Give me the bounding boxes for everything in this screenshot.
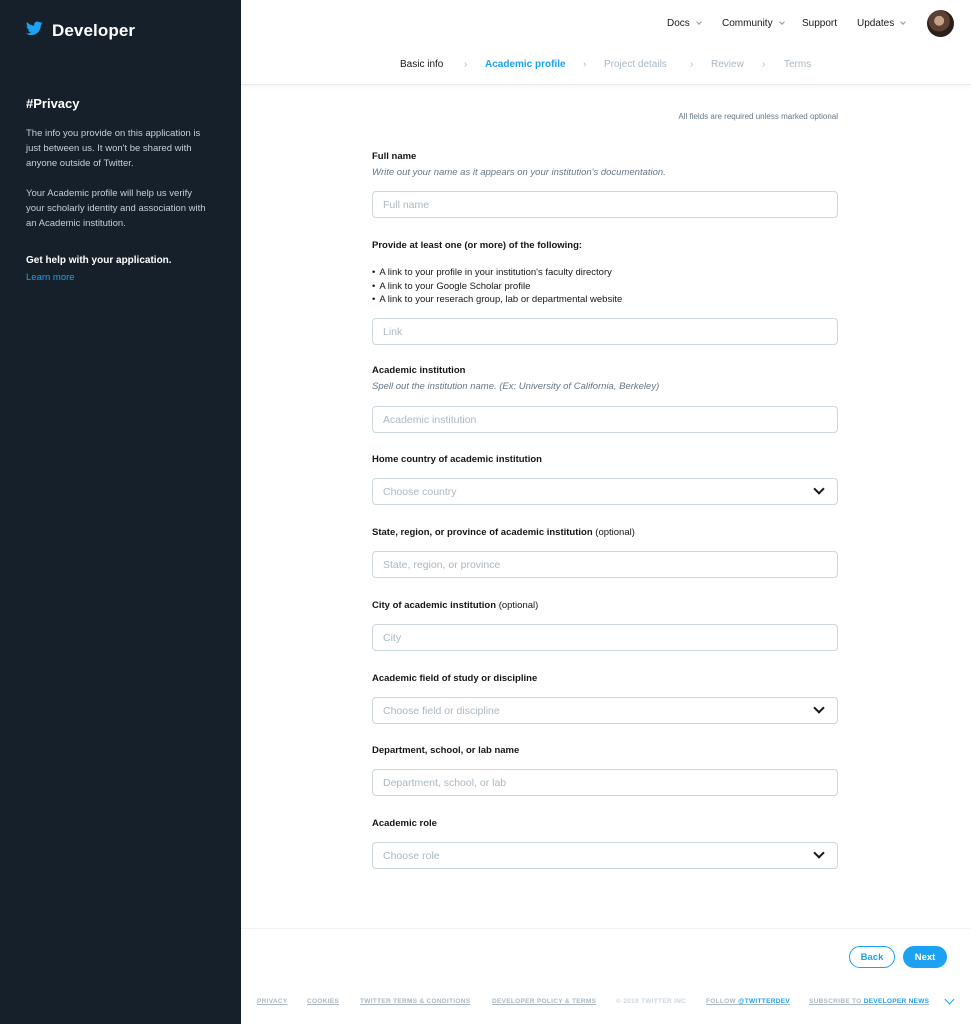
full-name-label: Full name (372, 151, 417, 162)
chevron-down-icon (813, 702, 825, 714)
nav-support[interactable]: Support (802, 18, 837, 29)
full-name-hint: Write out your name as it appears on you… (372, 167, 666, 178)
list-item: A link to your reserach group, lab or de… (372, 293, 622, 307)
links-requirements-list: A link to your profile in your instituti… (372, 266, 622, 307)
department-label: Department, school, or lab name (372, 745, 520, 756)
chevron-down-icon (813, 483, 825, 495)
footer-privacy-link[interactable]: PRIVACY (257, 998, 288, 1005)
privacy-text: The info you provide on this application… (26, 128, 201, 169)
country-placeholder: Choose country (383, 485, 457, 498)
footer-follow-link[interactable]: FOLLOW @TWITTERDEV (706, 998, 790, 1005)
department-input[interactable] (372, 769, 838, 796)
step-basic-info[interactable]: Basic info (400, 59, 443, 70)
institution-input[interactable] (372, 406, 838, 433)
step-terms: Terms (784, 59, 812, 70)
nav-community-label: Community (722, 18, 773, 29)
state-label-text: State, region, or province of academic i… (372, 527, 593, 538)
chevron-down-icon (813, 847, 825, 859)
link-input[interactable] (372, 318, 838, 345)
full-name-input[interactable] (372, 191, 838, 218)
state-label: State, region, or province of academic i… (372, 527, 635, 538)
sidebar: Developer #Privacy The info you provide … (0, 0, 241, 1024)
footer-terms-link[interactable]: TWITTER TERMS & CONDITIONS (360, 998, 470, 1005)
footer-cookies-link[interactable]: COOKIES (307, 998, 339, 1005)
step-separator-icon: › (464, 59, 468, 70)
footer-subscribe-link[interactable]: SUBSCRIBE TO DEVELOPER NEWS (809, 998, 929, 1005)
step-separator-icon: › (690, 59, 694, 70)
help-heading: Get help with your application. (26, 255, 172, 266)
nav-support-label: Support (802, 18, 838, 29)
step-separator-icon: › (762, 59, 766, 70)
chevron-down-icon (900, 19, 907, 25)
nav-docs[interactable]: Docs (667, 18, 702, 29)
back-button[interactable]: Back (849, 946, 895, 968)
country-label: Home country of academic institution (372, 454, 542, 465)
nav-updates[interactable]: Updates (857, 18, 907, 29)
step-project-details: Project details (604, 59, 667, 70)
links-label: Provide at least one (or more) of the fo… (372, 240, 583, 251)
avatar[interactable] (927, 10, 954, 37)
privacy-heading: #Privacy (26, 96, 80, 111)
required-note: All fields are required unless marked op… (678, 112, 838, 121)
list-item: A link to your Google Scholar profile (372, 280, 622, 294)
step-separator-icon: › (583, 59, 587, 70)
subscribe-prefix: SUBSCRIBE TO (809, 998, 862, 1005)
footer-policy-link[interactable]: DEVELOPER POLICY & TERMS (492, 998, 596, 1005)
next-button[interactable]: Next (903, 946, 947, 968)
progress-stepper: Basic info › Academic profile › Project … (241, 47, 971, 85)
twitter-bird-icon (25, 21, 43, 41)
state-input[interactable] (372, 551, 838, 578)
subscribe-target: DEVELOPER NEWS (863, 998, 930, 1005)
institution-hint: Spell out the institution name. (Ex: Uni… (372, 381, 660, 392)
footer-copyright: © 2019 TWITTER INC (616, 998, 687, 1005)
chevron-down-icon (778, 19, 785, 25)
chevron-down-icon (695, 19, 702, 25)
city-label: City of academic institution (optional) (372, 600, 538, 611)
nav-updates-label: Updates (857, 18, 895, 29)
role-label: Academic role (372, 818, 437, 829)
learn-more-link[interactable]: Learn more (26, 272, 75, 283)
chevron-down-icon[interactable] (944, 994, 955, 1005)
academic-profile-text: Your Academic profile will help us verif… (26, 188, 206, 229)
institution-label: Academic institution (372, 365, 466, 376)
nav-docs-label: Docs (667, 18, 690, 29)
brand[interactable]: Developer (25, 21, 136, 41)
brand-name: Developer (52, 21, 136, 40)
city-label-text: City of academic institution (372, 600, 497, 611)
field-of-study-select[interactable]: Choose field or discipline (372, 697, 838, 724)
step-academic-profile[interactable]: Academic profile (485, 59, 566, 70)
follow-prefix: FOLLOW (706, 998, 736, 1005)
role-placeholder: Choose role (383, 849, 440, 862)
follow-handle: @TWITTERDEV (738, 998, 790, 1005)
step-review: Review (711, 59, 744, 70)
role-select[interactable]: Choose role (372, 842, 838, 869)
list-item: A link to your profile in your instituti… (372, 266, 622, 280)
field-of-study-placeholder: Choose field or discipline (383, 704, 500, 717)
top-nav: Docs Community Support Updates (241, 0, 971, 47)
nav-community[interactable]: Community (722, 18, 785, 29)
city-input[interactable] (372, 624, 838, 651)
field-of-study-label: Academic field of study or discipline (372, 673, 538, 684)
optional-tag: (optional) (595, 527, 635, 538)
optional-tag: (optional) (498, 600, 539, 611)
country-select[interactable]: Choose country (372, 478, 838, 505)
